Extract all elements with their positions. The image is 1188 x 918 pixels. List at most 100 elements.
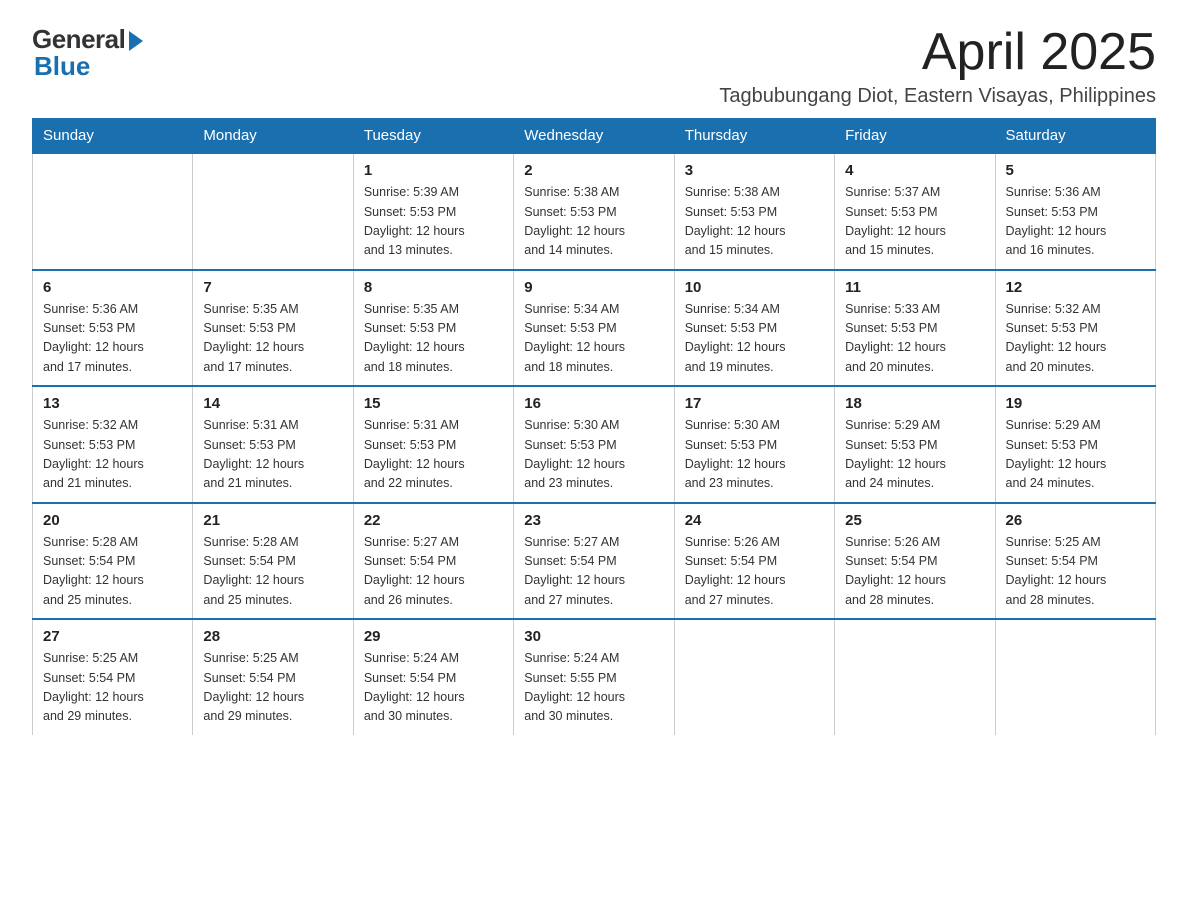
day-number: 3 — [685, 162, 824, 179]
day-info: Sunrise: 5:28 AM Sunset: 5:54 PM Dayligh… — [43, 533, 182, 611]
page-header: General Blue April 2025 Tagbubungang Dio… — [32, 24, 1156, 108]
day-number: 2 — [524, 162, 663, 179]
calendar-day-cell: 9 Sunrise: 5:34 AM Sunset: 5:53 PM Daylig… — [514, 270, 674, 387]
calendar-day-cell: 21 Sunrise: 5:28 AM Sunset: 5:54 PM Dayli… — [193, 503, 353, 620]
calendar-day-cell: 6 Sunrise: 5:36 AM Sunset: 5:53 PM Daylig… — [33, 270, 193, 387]
day-number: 5 — [1006, 162, 1145, 179]
calendar-day-cell: 3 Sunrise: 5:38 AM Sunset: 5:53 PM Daylig… — [674, 153, 834, 270]
day-info: Sunrise: 5:34 AM Sunset: 5:53 PM Dayligh… — [685, 300, 824, 378]
calendar-day-cell: 5Sunrise: 5:36 AM Sunset: 5:53 PM Daylig… — [995, 153, 1155, 270]
day-info: Sunrise: 5:35 AM Sunset: 5:53 PM Dayligh… — [203, 300, 342, 378]
day-number: 8 — [364, 279, 503, 296]
calendar-day-cell: 4Sunrise: 5:37 AM Sunset: 5:53 PM Daylig… — [835, 153, 995, 270]
location-title: Tagbubungang Diot, Eastern Visayas, Phil… — [719, 85, 1156, 108]
day-info: Sunrise: 5:38 AM Sunset: 5:53 PM Dayligh… — [524, 183, 663, 261]
weekday-header-cell: Wednesday — [514, 119, 674, 154]
day-info: Sunrise: 5:30 AM Sunset: 5:53 PM Dayligh… — [685, 416, 824, 494]
day-number: 26 — [1006, 512, 1145, 529]
day-number: 20 — [43, 512, 182, 529]
day-info: Sunrise: 5:24 AM Sunset: 5:54 PM Dayligh… — [364, 649, 503, 727]
day-number: 23 — [524, 512, 663, 529]
day-info: Sunrise: 5:34 AM Sunset: 5:53 PM Dayligh… — [524, 300, 663, 378]
calendar-day-cell: 12Sunrise: 5:32 AM Sunset: 5:53 PM Dayli… — [995, 270, 1155, 387]
weekday-header-cell: Thursday — [674, 119, 834, 154]
calendar-day-cell: 28Sunrise: 5:25 AM Sunset: 5:54 PM Dayli… — [193, 619, 353, 735]
day-number: 16 — [524, 395, 663, 412]
calendar-day-cell: 24 Sunrise: 5:26 AM Sunset: 5:54 PM Dayli… — [674, 503, 834, 620]
day-info: Sunrise: 5:31 AM Sunset: 5:53 PM Dayligh… — [364, 416, 503, 494]
day-number: 7 — [203, 279, 342, 296]
day-number: 11 — [845, 279, 984, 296]
day-info: Sunrise: 5:36 AM Sunset: 5:53 PM Dayligh… — [43, 300, 182, 378]
logo-arrow-icon — [129, 31, 143, 51]
day-info: Sunrise: 5:26 AM Sunset: 5:54 PM Dayligh… — [685, 533, 824, 611]
day-info: Sunrise: 5:37 AM Sunset: 5:53 PM Dayligh… — [845, 183, 984, 261]
calendar-day-cell: 8 Sunrise: 5:35 AM Sunset: 5:53 PM Daylig… — [353, 270, 513, 387]
weekday-header-cell: Saturday — [995, 119, 1155, 154]
calendar-week-row: 1 Sunrise: 5:39 AM Sunset: 5:53 PM Daylig… — [33, 153, 1156, 270]
day-number: 6 — [43, 279, 182, 296]
weekday-header-cell: Friday — [835, 119, 995, 154]
calendar-table: SundayMondayTuesdayWednesdayThursdayFrid… — [32, 118, 1156, 735]
weekday-header-cell: Tuesday — [353, 119, 513, 154]
calendar-body: 1 Sunrise: 5:39 AM Sunset: 5:53 PM Daylig… — [33, 153, 1156, 735]
calendar-day-cell: 13Sunrise: 5:32 AM Sunset: 5:53 PM Dayli… — [33, 386, 193, 503]
calendar-day-cell: 30 Sunrise: 5:24 AM Sunset: 5:55 PM Dayli… — [514, 619, 674, 735]
day-number: 27 — [43, 628, 182, 645]
day-number: 29 — [364, 628, 503, 645]
day-info: Sunrise: 5:39 AM Sunset: 5:53 PM Dayligh… — [364, 183, 503, 261]
calendar-day-cell: 26 Sunrise: 5:25 AM Sunset: 5:54 PM Dayli… — [995, 503, 1155, 620]
day-info: Sunrise: 5:38 AM Sunset: 5:53 PM Dayligh… — [685, 183, 824, 261]
day-number: 13 — [43, 395, 182, 412]
weekday-header-cell: Sunday — [33, 119, 193, 154]
day-info: Sunrise: 5:33 AM Sunset: 5:53 PM Dayligh… — [845, 300, 984, 378]
calendar-day-cell — [674, 619, 834, 735]
calendar-day-cell: 19 Sunrise: 5:29 AM Sunset: 5:53 PM Dayli… — [995, 386, 1155, 503]
day-number: 30 — [524, 628, 663, 645]
calendar-day-cell: 7 Sunrise: 5:35 AM Sunset: 5:53 PM Daylig… — [193, 270, 353, 387]
day-number: 14 — [203, 395, 342, 412]
day-number: 12 — [1006, 279, 1145, 296]
day-info: Sunrise: 5:27 AM Sunset: 5:54 PM Dayligh… — [524, 533, 663, 611]
day-info: Sunrise: 5:25 AM Sunset: 5:54 PM Dayligh… — [203, 649, 342, 727]
calendar-day-cell: 1 Sunrise: 5:39 AM Sunset: 5:53 PM Daylig… — [353, 153, 513, 270]
day-info: Sunrise: 5:31 AM Sunset: 5:53 PM Dayligh… — [203, 416, 342, 494]
day-info: Sunrise: 5:25 AM Sunset: 5:54 PM Dayligh… — [1006, 533, 1145, 611]
day-info: Sunrise: 5:35 AM Sunset: 5:53 PM Dayligh… — [364, 300, 503, 378]
day-number: 22 — [364, 512, 503, 529]
calendar-day-cell: 25Sunrise: 5:26 AM Sunset: 5:54 PM Dayli… — [835, 503, 995, 620]
day-number: 25 — [845, 512, 984, 529]
day-number: 17 — [685, 395, 824, 412]
day-info: Sunrise: 5:24 AM Sunset: 5:55 PM Dayligh… — [524, 649, 663, 727]
weekday-header-row: SundayMondayTuesdayWednesdayThursdayFrid… — [33, 119, 1156, 154]
calendar-day-cell: 10 Sunrise: 5:34 AM Sunset: 5:53 PM Dayli… — [674, 270, 834, 387]
calendar-day-cell: 15 Sunrise: 5:31 AM Sunset: 5:53 PM Dayli… — [353, 386, 513, 503]
calendar-day-cell — [835, 619, 995, 735]
calendar-day-cell — [995, 619, 1155, 735]
day-info: Sunrise: 5:25 AM Sunset: 5:54 PM Dayligh… — [43, 649, 182, 727]
calendar-day-cell — [33, 153, 193, 270]
calendar-day-cell: 23 Sunrise: 5:27 AM Sunset: 5:54 PM Dayli… — [514, 503, 674, 620]
calendar-day-cell: 20 Sunrise: 5:28 AM Sunset: 5:54 PM Dayli… — [33, 503, 193, 620]
day-info: Sunrise: 5:28 AM Sunset: 5:54 PM Dayligh… — [203, 533, 342, 611]
day-number: 21 — [203, 512, 342, 529]
calendar-day-cell: 11 Sunrise: 5:33 AM Sunset: 5:53 PM Dayli… — [835, 270, 995, 387]
day-number: 19 — [1006, 395, 1145, 412]
day-number: 10 — [685, 279, 824, 296]
calendar-week-row: 27 Sunrise: 5:25 AM Sunset: 5:54 PM Dayli… — [33, 619, 1156, 735]
day-info: Sunrise: 5:29 AM Sunset: 5:53 PM Dayligh… — [1006, 416, 1145, 494]
logo-blue-text: Blue — [34, 51, 90, 82]
calendar-day-cell: 17 Sunrise: 5:30 AM Sunset: 5:53 PM Dayli… — [674, 386, 834, 503]
calendar-day-cell — [193, 153, 353, 270]
day-number: 9 — [524, 279, 663, 296]
calendar-week-row: 20 Sunrise: 5:28 AM Sunset: 5:54 PM Dayli… — [33, 503, 1156, 620]
day-number: 15 — [364, 395, 503, 412]
day-number: 24 — [685, 512, 824, 529]
calendar-day-cell: 22 Sunrise: 5:27 AM Sunset: 5:54 PM Dayli… — [353, 503, 513, 620]
calendar-week-row: 6 Sunrise: 5:36 AM Sunset: 5:53 PM Daylig… — [33, 270, 1156, 387]
calendar-day-cell: 29 Sunrise: 5:24 AM Sunset: 5:54 PM Dayli… — [353, 619, 513, 735]
day-info: Sunrise: 5:29 AM Sunset: 5:53 PM Dayligh… — [845, 416, 984, 494]
month-title: April 2025 — [719, 24, 1156, 81]
day-number: 1 — [364, 162, 503, 179]
day-info: Sunrise: 5:27 AM Sunset: 5:54 PM Dayligh… — [364, 533, 503, 611]
